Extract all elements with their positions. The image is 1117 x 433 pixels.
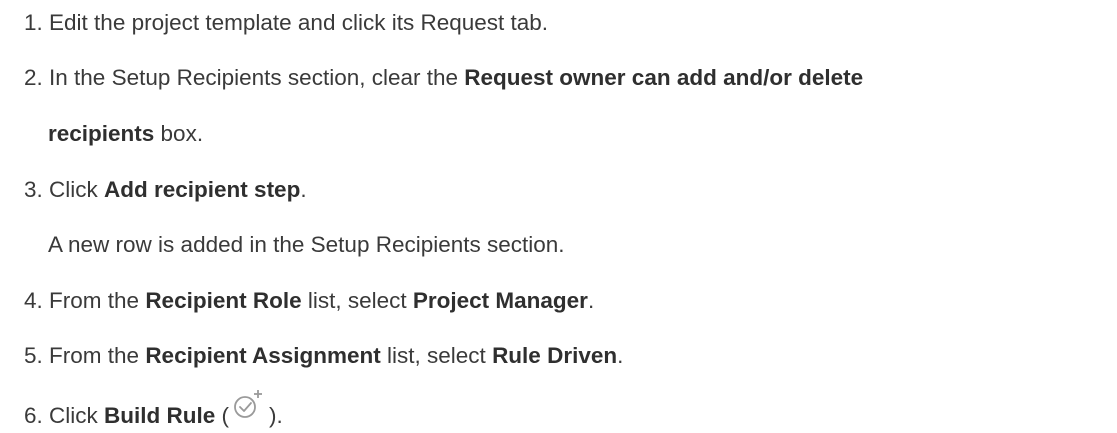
punct: . bbox=[300, 177, 307, 202]
step-text: In the Setup Recipients section, clear t… bbox=[49, 65, 465, 90]
list-name: Recipient Role bbox=[145, 288, 302, 313]
step-text: Click bbox=[49, 177, 105, 202]
step-3-note: A new row is added in the Setup Recipien… bbox=[48, 230, 565, 260]
step-text: list, select bbox=[301, 288, 413, 313]
step-text: list, select bbox=[380, 343, 493, 368]
step-2: 2. In the Setup Recipients section, clea… bbox=[24, 63, 863, 93]
punct: ). bbox=[269, 403, 283, 428]
checkbox-name: Request owner can add and/or delete bbox=[464, 65, 864, 90]
step-number: 3. bbox=[24, 177, 50, 202]
step-5: 5. From the Recipient Assignment list, s… bbox=[24, 341, 623, 371]
step-2-continued: recipients box. bbox=[48, 119, 203, 149]
option-name: Project Manager bbox=[412, 288, 588, 313]
list-name: Recipient Assignment bbox=[145, 343, 381, 368]
step-text: Edit the project template and click its … bbox=[49, 10, 549, 35]
checkbox-name-cont: recipients bbox=[48, 121, 155, 146]
step-text: Click bbox=[49, 403, 105, 428]
step-text: From the bbox=[49, 288, 146, 313]
step-number: 1. bbox=[24, 10, 50, 35]
button-name: Build Rule bbox=[104, 403, 216, 428]
punct: ( bbox=[215, 403, 230, 428]
button-name: Add recipient step bbox=[104, 177, 301, 202]
step-result-text: A new row is added in the Setup Recipien… bbox=[48, 232, 565, 257]
option-name: Rule Driven bbox=[492, 343, 618, 368]
step-4: 4. From the Recipient Role list, select … bbox=[24, 286, 594, 316]
step-number: 5. bbox=[24, 343, 50, 368]
step-text: From the bbox=[49, 343, 146, 368]
punct: . bbox=[587, 288, 595, 313]
build-rule-icon bbox=[231, 390, 267, 429]
step-text: box. bbox=[154, 121, 204, 146]
step-3: 3. Click Add recipient step. bbox=[24, 175, 307, 205]
punct: . bbox=[617, 343, 624, 368]
step-1: 1. Edit the project template and click i… bbox=[24, 8, 548, 38]
step-number: 4. bbox=[24, 288, 50, 313]
step-6: 6. Click Build Rule ( ). bbox=[24, 390, 283, 431]
step-number: 2. bbox=[24, 65, 50, 90]
step-number: 6. bbox=[24, 403, 50, 428]
